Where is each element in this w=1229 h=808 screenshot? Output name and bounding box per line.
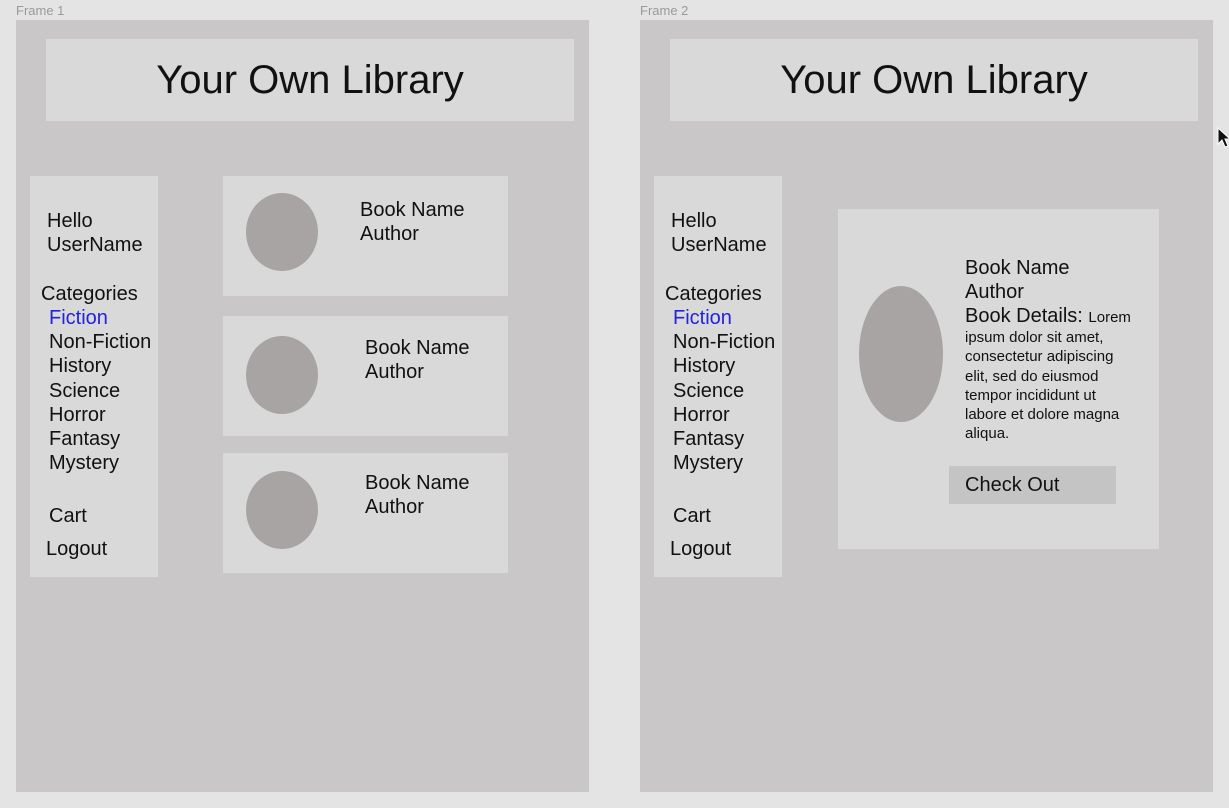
category-link-mystery[interactable]: Mystery [673, 451, 775, 475]
logout-link[interactable]: Logout [670, 537, 731, 561]
cart-link[interactable]: Cart [673, 504, 711, 528]
book-details: Book Details: Lorem [965, 304, 1145, 328]
category-link-fiction[interactable]: Fiction [673, 306, 775, 330]
sidebar: Hello UserName Categories Fiction Non-Fi… [30, 176, 158, 577]
logout-link[interactable]: Logout [46, 537, 107, 561]
greeting-hello: Hello [47, 210, 93, 232]
book-cover-placeholder [246, 336, 318, 414]
category-link-fiction[interactable]: Fiction [49, 306, 151, 330]
category-link-science[interactable]: Science [673, 379, 775, 403]
category-link-horror[interactable]: Horror [49, 403, 151, 427]
book-card[interactable]: Book Name Author [223, 453, 508, 573]
frame-1-label: Frame 1 [16, 3, 65, 18]
category-link-history[interactable]: History [49, 354, 151, 378]
book-info: Book Name Author [360, 198, 465, 246]
book-cover-placeholder [859, 286, 943, 422]
book-detail-panel: Book Name Author Book Details: Lorem ips… [838, 209, 1159, 549]
greeting-username: UserName [47, 234, 143, 256]
header-banner: Your Own Library [46, 39, 574, 121]
greeting: Hello UserName [671, 209, 767, 257]
header-banner: Your Own Library [670, 39, 1198, 121]
book-details-label: Book Details: [965, 305, 1083, 327]
check-out-button[interactable]: Check Out [949, 466, 1116, 504]
book-description-line: aliqua. [965, 425, 1010, 443]
book-author: Author [360, 223, 419, 245]
frame-2: Your Own Library Hello UserName Categori… [640, 20, 1213, 792]
greeting: Hello UserName [47, 209, 143, 257]
book-author: Author [965, 281, 1024, 303]
cursor-arrow-icon [1217, 127, 1229, 148]
categories-heading: Categories [41, 283, 138, 305]
book-description-line: consectetur adipiscing [965, 348, 1114, 366]
page-title: Your Own Library [780, 57, 1088, 102]
book-cover-placeholder [246, 471, 318, 549]
book-description-line: elit, sed do eiusmod [965, 367, 1099, 385]
book-name: Book Name [365, 472, 470, 494]
book-name: Book Name [365, 337, 470, 359]
book-detail-info: Book Name Author Book Details: Lorem ips… [965, 256, 1145, 444]
greeting-hello: Hello [671, 210, 717, 232]
categories-heading: Categories [665, 283, 762, 305]
book-description-line: ipsum dolor sit amet, [965, 329, 1104, 346]
category-link-horror[interactable]: Horror [673, 403, 775, 427]
frame-2-label: Frame 2 [640, 3, 689, 18]
frame-1: Your Own Library Hello UserName Categori… [16, 20, 589, 792]
category-link-fantasy[interactable]: Fantasy [49, 427, 151, 451]
category-link-mystery[interactable]: Mystery [49, 451, 151, 475]
book-card[interactable]: Book Name Author [223, 176, 508, 296]
page-title: Your Own Library [156, 57, 464, 102]
book-description-line: labore et dolore magna [965, 406, 1120, 424]
book-description-line: tempor incididunt ut [965, 386, 1096, 404]
greeting-username: UserName [671, 234, 767, 256]
category-list: Fiction Non-Fiction History Science Horr… [673, 306, 775, 475]
book-name: Book Name [965, 257, 1070, 279]
cart-link[interactable]: Cart [49, 504, 87, 528]
category-link-fantasy[interactable]: Fantasy [673, 427, 775, 451]
category-link-non-fiction[interactable]: Non-Fiction [49, 330, 151, 354]
book-info: Book Name Author [365, 471, 470, 519]
book-description-line: Lorem [1088, 309, 1131, 326]
book-author: Author [365, 361, 424, 383]
book-card[interactable]: Book Name Author [223, 316, 508, 436]
book-info: Book Name Author [365, 336, 470, 384]
book-author: Author [365, 496, 424, 518]
category-link-history[interactable]: History [673, 354, 775, 378]
category-link-non-fiction[interactable]: Non-Fiction [673, 330, 775, 354]
category-link-science[interactable]: Science [49, 379, 151, 403]
book-name: Book Name [360, 199, 465, 221]
sidebar: Hello UserName Categories Fiction Non-Fi… [654, 176, 782, 577]
category-list: Fiction Non-Fiction History Science Horr… [49, 306, 151, 475]
book-cover-placeholder [246, 193, 318, 271]
